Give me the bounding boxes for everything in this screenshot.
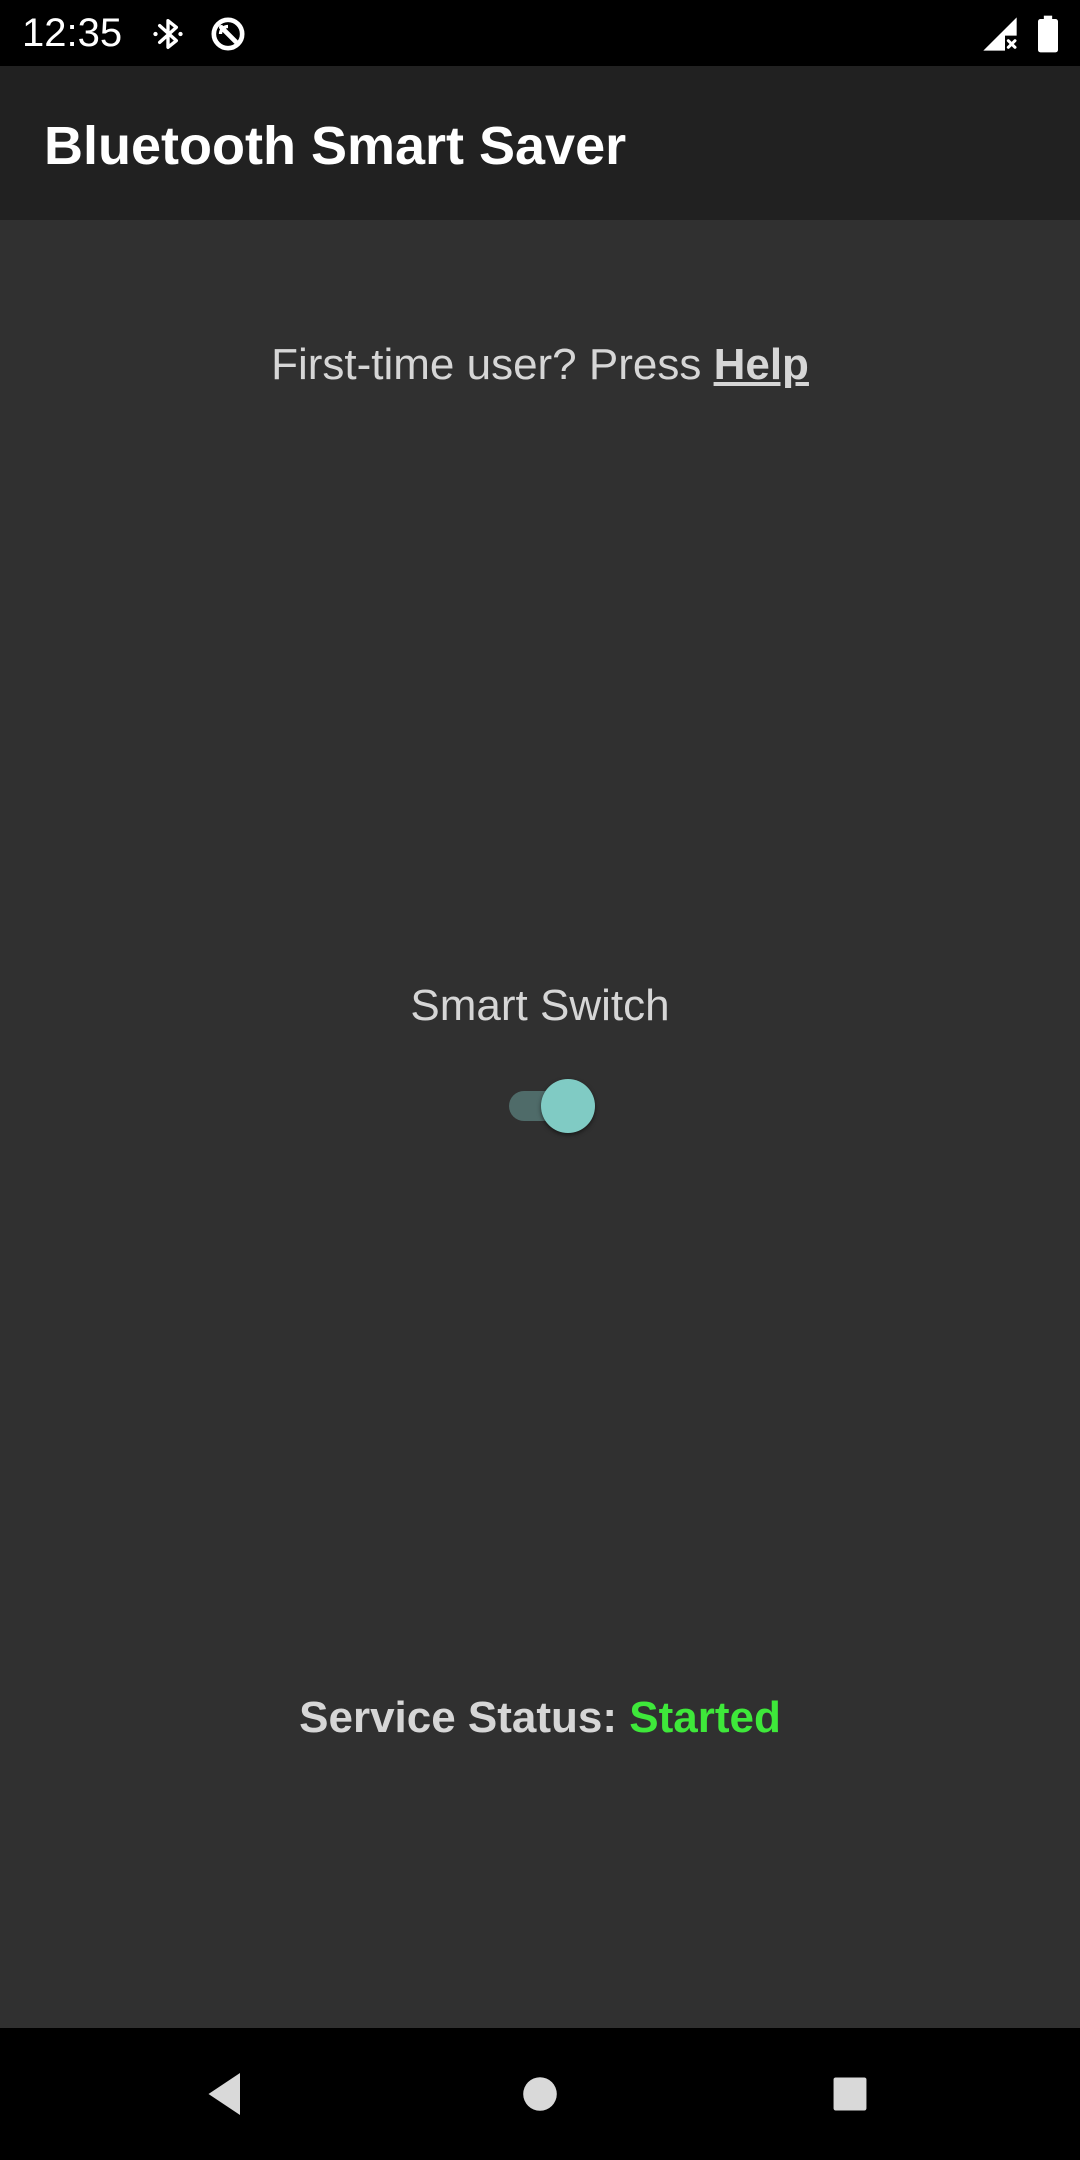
home-icon bbox=[523, 2077, 557, 2111]
app-bar: Bluetooth Smart Saver bbox=[0, 66, 1080, 220]
recents-icon bbox=[833, 2077, 867, 2111]
help-prompt-text: First-time user? Press bbox=[271, 340, 714, 389]
cell-signal-icon bbox=[983, 17, 1017, 51]
smart-switch-toggle[interactable] bbox=[505, 1076, 597, 1134]
data-saver-icon bbox=[211, 17, 245, 51]
help-prompt: First-time user? Press Help bbox=[0, 335, 1080, 395]
switch-thumb bbox=[541, 1079, 595, 1133]
smart-switch-label: Smart Switch bbox=[410, 981, 670, 1030]
help-link[interactable]: Help bbox=[714, 340, 809, 389]
service-status: Service Status: Started bbox=[0, 1688, 1080, 1748]
app-screen: 12:35 Bluetooth Smart Saver First-time u… bbox=[0, 0, 1080, 2160]
service-status-label: Service Status: bbox=[299, 1693, 630, 1742]
navigation-bar bbox=[0, 2028, 1080, 2160]
status-bar: 12:35 bbox=[0, 0, 1080, 66]
back-button[interactable] bbox=[184, 2052, 268, 2136]
back-icon bbox=[208, 2073, 240, 2115]
service-status-value: Started bbox=[629, 1693, 781, 1742]
home-button[interactable] bbox=[498, 2052, 582, 2136]
bluetooth-icon bbox=[153, 19, 183, 49]
recents-button[interactable] bbox=[808, 2052, 892, 2136]
app-title: Bluetooth Smart Saver bbox=[44, 116, 627, 176]
battery-icon bbox=[1038, 15, 1058, 53]
status-time: 12:35 bbox=[22, 11, 123, 55]
